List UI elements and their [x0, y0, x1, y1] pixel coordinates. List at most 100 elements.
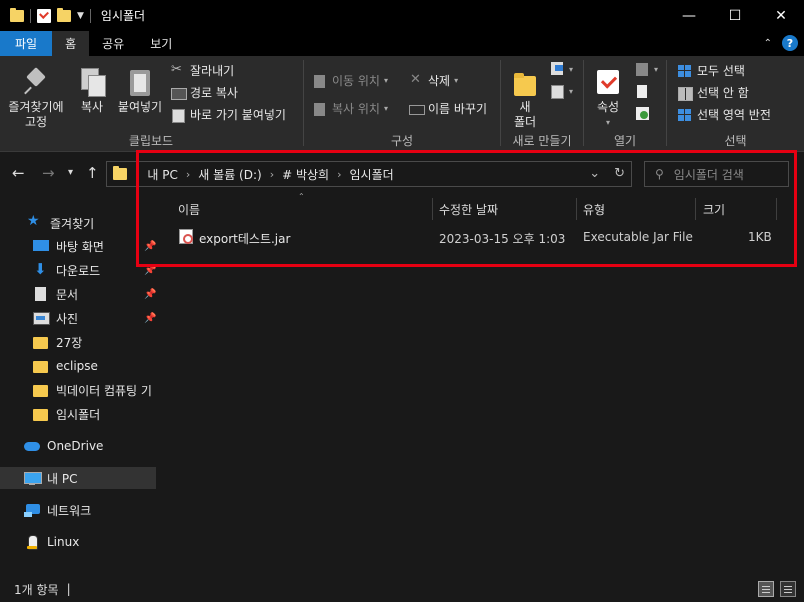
properties-icon[interactable] [37, 8, 51, 23]
column-header-label: 이름 [178, 202, 201, 217]
file-type: Executable Jar File [583, 230, 693, 244]
properties-icon [593, 66, 623, 98]
sidebar-item-downloads[interactable]: 다운로드 📌 [0, 259, 160, 281]
recent-locations-chevron-icon[interactable]: ▾ [68, 167, 73, 178]
new-folder-label: 새 폴더 [513, 100, 537, 129]
breadcrumb-separator[interactable]: › [270, 168, 274, 181]
move-to-button[interactable]: 이동 위치 ▾ [312, 72, 388, 89]
sidebar-item-onedrive[interactable]: OneDrive [0, 435, 160, 457]
select-none-button[interactable]: 선택 안 함 [677, 84, 749, 101]
file-name: export테스트.jar [199, 232, 291, 246]
breadcrumb-separator[interactable]: › [186, 168, 190, 181]
new-folder-icon[interactable] [57, 7, 71, 22]
column-header-type[interactable]: 유형 [583, 198, 605, 220]
sidebar-item-bigdata[interactable]: 빅데이터 컴퓨팅 기 [0, 379, 160, 401]
sidebar-item-label: OneDrive [47, 439, 104, 453]
column-divider[interactable] [776, 198, 777, 220]
address-bar[interactable]: › 내 PC › 새 볼륨 (D:) › # 박상희 › 임시폴더 ⌄ ↻ [106, 161, 632, 187]
easy-access-button[interactable]: ▾ [549, 84, 573, 99]
quick-access-toolbar: ▼ [0, 7, 91, 23]
new-folder-button[interactable]: 새 폴더 [509, 66, 541, 130]
chevron-down-icon: ▾ [569, 64, 574, 74]
select-all-button[interactable]: 모두 선택 [677, 62, 745, 79]
open-group: 속성 ▾ ▾ 열기 [584, 56, 666, 152]
properties-button[interactable]: 속성 ▾ [590, 66, 626, 130]
column-header-modified[interactable]: 수정한 날짜 [439, 198, 498, 220]
refresh-icon[interactable]: ↻ [614, 166, 625, 181]
close-button[interactable]: ✕ [758, 0, 804, 31]
paste-shortcut-button[interactable]: 바로 가기 붙여넣기 [170, 106, 286, 123]
tab-file[interactable]: 파일 [0, 31, 53, 56]
new-item-button[interactable]: ▾ [549, 62, 573, 76]
copy-label: 복사 [80, 100, 104, 114]
rename-button[interactable]: 이름 바꾸기 [408, 100, 487, 117]
document-icon [33, 287, 49, 301]
invert-selection-button[interactable]: 선택 영역 반전 [677, 106, 771, 123]
breadcrumb-separator[interactable]: › [337, 168, 341, 181]
sidebar-item-quick-access[interactable]: 즐겨찾기 [0, 212, 160, 234]
large-icons-view-icon[interactable] [780, 581, 796, 597]
tab-share[interactable]: 공유 [89, 31, 137, 56]
sidebar-item-desktop[interactable]: 바탕 화면 📌 [0, 235, 160, 257]
breadcrumb-pc[interactable]: 내 PC [147, 166, 177, 183]
open-button[interactable]: ▾ [634, 62, 658, 76]
breadcrumb-current-folder[interactable]: 임시폴더 [350, 166, 394, 183]
open-icon [634, 62, 650, 76]
collapse-ribbon-icon[interactable]: ⌃ [764, 38, 772, 49]
new-item-icon [549, 62, 565, 76]
customize-quick-access-icon[interactable]: ▼ [77, 11, 84, 21]
sidebar-item-27[interactable]: 27장 [0, 331, 160, 353]
column-divider[interactable] [695, 198, 696, 220]
sidebar-item-label: 27장 [56, 335, 83, 350]
pin-to-quick-access-button[interactable]: 즐겨찾기에 고정 [6, 66, 66, 130]
tab-view[interactable]: 보기 [137, 31, 185, 56]
table-row[interactable]: export테스트.jar 2023-03-15 오후 1:03 Executa… [170, 225, 776, 249]
move-to-icon [312, 74, 328, 88]
help-icon[interactable]: ? [782, 35, 798, 51]
column-header-size[interactable]: 크기 [703, 198, 725, 220]
clipboard-group: 즐겨찾기에 고정 복사 붙여넣기 잘라내기 경로 복사 바로 가기 붙여넣기 클… [0, 56, 302, 152]
breadcrumb-separator[interactable]: › [135, 168, 139, 181]
sidebar-item-network[interactable]: 네트워크 [0, 499, 160, 521]
column-header-name[interactable]: 이름 [178, 198, 200, 220]
address-history-chevron-icon[interactable]: ⌄ [589, 166, 600, 181]
up-arrow-icon[interactable]: ↑ [86, 164, 99, 182]
sidebar-item-label: 네트워크 [47, 503, 92, 518]
new-group: 새 폴더 ▾ ▾ 새로 만들기 [501, 56, 583, 152]
column-divider[interactable] [432, 198, 433, 220]
copy-icon [77, 66, 107, 98]
maximize-button[interactable]: ☐ [712, 0, 758, 31]
sidebar-item-eclipse[interactable]: eclipse [0, 355, 160, 377]
delete-button[interactable]: 삭제 ▾ [408, 72, 458, 89]
sidebar-item-temp-folder[interactable]: 임시폴더 [0, 403, 160, 425]
sidebar-item-documents[interactable]: 문서 📌 [0, 283, 160, 305]
copy-button[interactable]: 복사 [74, 66, 110, 115]
copy-to-button[interactable]: 복사 위치 ▾ [312, 100, 388, 117]
paste-button[interactable]: 붙여넣기 [114, 66, 166, 115]
folder-icon [10, 7, 24, 22]
new-folder-icon [510, 66, 540, 98]
sidebar-item-linux[interactable]: Linux [0, 531, 160, 553]
folder-icon [33, 335, 49, 349]
copy-path-button[interactable]: 경로 복사 [170, 84, 238, 101]
breadcrumb-drive[interactable]: 새 볼륨 (D:) [198, 166, 261, 183]
breadcrumb-user-folder[interactable]: # 박상희 [282, 166, 329, 183]
column-header-label: 크기 [703, 202, 726, 217]
status-bar: 1개 항목 | [0, 576, 804, 602]
sidebar-item-this-pc[interactable]: 내 PC [0, 467, 156, 489]
details-view-icon[interactable] [758, 581, 774, 597]
folder-icon [33, 407, 49, 421]
column-divider[interactable] [576, 198, 577, 220]
title-bar: ▼ 임시폴더 — ☐ ✕ [0, 0, 804, 31]
copy-path-icon [170, 86, 187, 100]
organize-group-label: 구성 [390, 134, 414, 148]
cut-button[interactable]: 잘라내기 [170, 62, 234, 79]
sidebar-item-pictures[interactable]: 사진 📌 [0, 307, 160, 329]
history-button[interactable] [634, 106, 650, 120]
search-box[interactable]: ⚲ 임시폴더 검색 [644, 161, 789, 187]
forward-arrow-icon[interactable]: → [42, 164, 55, 182]
tab-home[interactable]: 홈 [52, 31, 90, 56]
minimize-button[interactable]: — [666, 0, 712, 31]
back-arrow-icon[interactable]: ← [12, 164, 25, 182]
edit-button[interactable] [634, 84, 650, 98]
